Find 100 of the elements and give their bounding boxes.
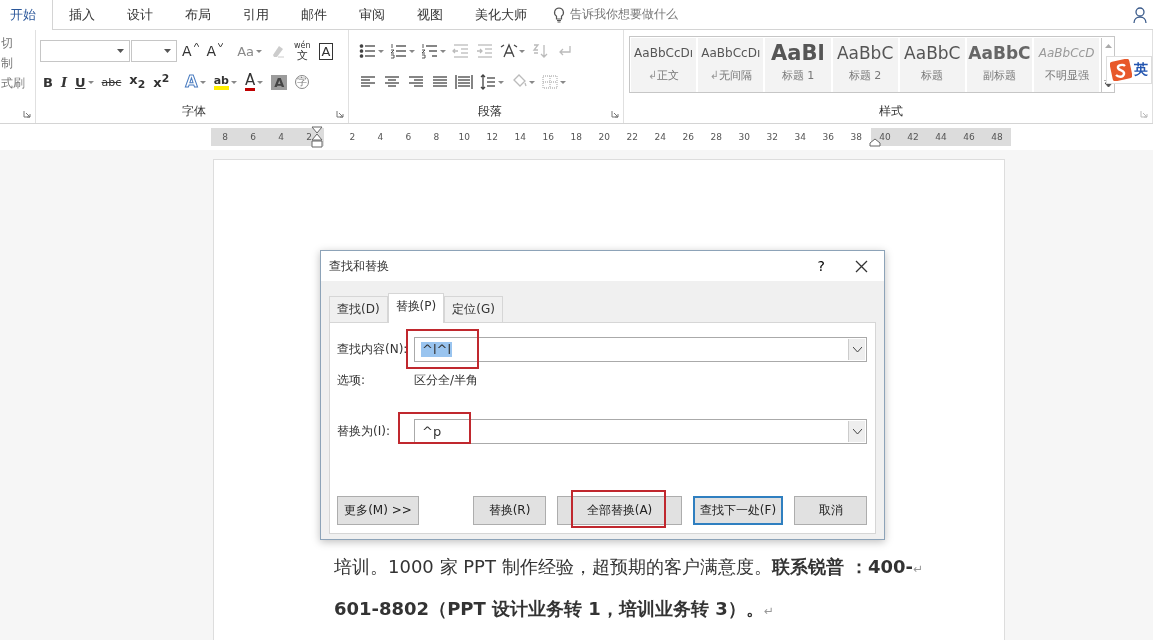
caret-icon[interactable] [440, 49, 446, 53]
ribbon-tab[interactable]: 审阅 [343, 0, 401, 29]
distributed-align-icon [455, 74, 473, 90]
more-styles-icon[interactable] [1103, 80, 1113, 87]
decrease-indent-icon [452, 43, 470, 59]
dialog-button[interactable]: 取消 [794, 496, 867, 525]
caret-icon[interactable] [257, 80, 264, 84]
format-button[interactable]: B [40, 71, 56, 93]
caret-icon[interactable] [199, 80, 206, 84]
style-item[interactable]: AaBbC 标题 2 [832, 38, 898, 92]
dropdown-button[interactable] [848, 420, 865, 442]
ribbon-tab[interactable]: 开始 [0, 0, 53, 30]
ruler-number: 4 [376, 132, 385, 142]
ribbon-tab[interactable]: 布局 [169, 0, 227, 29]
help-button[interactable]: ? [815, 258, 827, 274]
replace-with-field[interactable]: ^p [414, 418, 867, 444]
format-button[interactable]: abc [98, 71, 125, 93]
style-item[interactable]: AaBbC 标题 [899, 38, 965, 92]
ribbon-tab[interactable]: 引用 [227, 0, 285, 29]
style-item[interactable]: AaBbCcDı ↲无间隔 [698, 38, 764, 92]
caret-icon[interactable] [498, 80, 504, 84]
find-what-field[interactable]: ^l^l [414, 336, 867, 362]
style-item[interactable]: AaBbCcDı ↲正文 [631, 38, 697, 92]
dialog-tab[interactable]: 查找(D) [329, 296, 388, 322]
caret-icon[interactable] [117, 49, 124, 53]
dialog-launcher-icon[interactable] [1140, 110, 1148, 118]
text-layout-icon [500, 43, 518, 59]
dialog-launcher-icon[interactable] [23, 110, 31, 118]
replace-label: 替换为(I): [337, 422, 391, 440]
ruler-number: 32 [765, 132, 779, 142]
ribbon-tab[interactable]: 美化大师 [459, 0, 543, 29]
format-button[interactable]: A [241, 71, 267, 93]
clipboard-command[interactable]: 制 [1, 55, 35, 72]
ruler-number: 4 [277, 132, 285, 142]
tell-me-field[interactable]: 告诉我你想要做什么 [543, 0, 678, 29]
line-spacing-icon [479, 74, 497, 90]
justify-icon [431, 74, 449, 90]
format-button[interactable]: ab [210, 71, 240, 93]
ribbon-tab[interactable]: 邮件 [285, 0, 343, 29]
format-button[interactable]: U [72, 71, 97, 93]
dialog-button[interactable]: 查找下一处(F) [693, 496, 783, 525]
clipboard-command[interactable]: 式刷 [1, 75, 35, 92]
format-button[interactable]: A [179, 40, 202, 62]
ruler-number: 22 [625, 132, 639, 142]
format-button[interactable]: I [57, 71, 70, 93]
close-icon[interactable] [855, 259, 868, 273]
style-item[interactable]: AaBl 标题 1 [765, 38, 831, 92]
dialog-tab[interactable]: 定位(G) [444, 296, 503, 322]
dialog-tab[interactable]: 替换(P) [387, 293, 445, 323]
ruler-number: 42 [906, 132, 920, 142]
ruler-number: 20 [597, 132, 611, 142]
ribbon-tab[interactable]: 设计 [111, 0, 169, 29]
caret-icon[interactable] [519, 49, 525, 53]
dialog-button[interactable]: 更多(M) >> [337, 496, 419, 525]
ruler-number: 14 [513, 132, 527, 142]
caret-icon[interactable] [87, 80, 94, 84]
increase-indent-icon [476, 43, 494, 59]
group-label: 样式 [878, 104, 903, 118]
caret-icon[interactable] [164, 49, 171, 53]
style-item[interactable]: AaBbCcD 不明显强 [1034, 38, 1100, 92]
format-button[interactable]: wén 文 [291, 40, 314, 62]
caret-icon[interactable] [230, 80, 237, 84]
scroll-up-icon[interactable] [1104, 44, 1112, 48]
input-method-badge[interactable]: 英 [1106, 56, 1152, 84]
format-button[interactable]: A [174, 71, 209, 93]
account-icon[interactable] [1133, 5, 1149, 24]
right-indent-marker-icon[interactable] [869, 138, 881, 147]
style-item[interactable]: AaBbC 副标题 [966, 38, 1033, 92]
ruler-number: 6 [404, 132, 413, 142]
format-button[interactable]: A [203, 40, 227, 62]
sort-icon [531, 43, 549, 59]
caret-icon[interactable] [409, 49, 415, 53]
dialog-button[interactable]: 全部替换(A) [557, 496, 682, 525]
dialog-launcher-icon[interactable] [611, 110, 619, 118]
dialog-title: 查找和替换 [329, 257, 390, 275]
ruler-number: 34 [793, 132, 807, 142]
eraser-icon [270, 43, 286, 59]
group-label: 段落 [478, 104, 502, 118]
dialog-button[interactable]: 替换(R) [473, 496, 546, 525]
chevron-down-icon [218, 43, 224, 47]
find-label: 查找内容(N): [337, 340, 409, 358]
ruler-number: 8 [432, 132, 441, 142]
chevron-down-icon [852, 346, 862, 352]
format-button[interactable]: x$_{2}$ [126, 71, 149, 93]
ruler-number: 46 [962, 132, 976, 142]
ruler-number: 44 [934, 132, 948, 142]
format-button[interactable]: 字 [292, 71, 313, 93]
ruler-number: 10 [457, 132, 471, 142]
ribbon-tab[interactable]: 插入 [53, 0, 111, 29]
clipboard-command[interactable]: 切 [1, 35, 35, 52]
format-button[interactable]: x$^{2}$ [150, 71, 173, 93]
ruler-number: 28 [709, 132, 723, 142]
dropdown-button[interactable] [848, 338, 865, 360]
ribbon-tab[interactable]: 视图 [401, 0, 459, 29]
ruler-number: 2 [348, 132, 357, 142]
caret-icon[interactable] [378, 49, 384, 53]
options-label: 选项: [337, 371, 367, 389]
dialog-launcher-icon[interactable] [336, 110, 344, 118]
ruler-number: 26 [681, 132, 695, 142]
chevron-down-icon [852, 428, 862, 434]
